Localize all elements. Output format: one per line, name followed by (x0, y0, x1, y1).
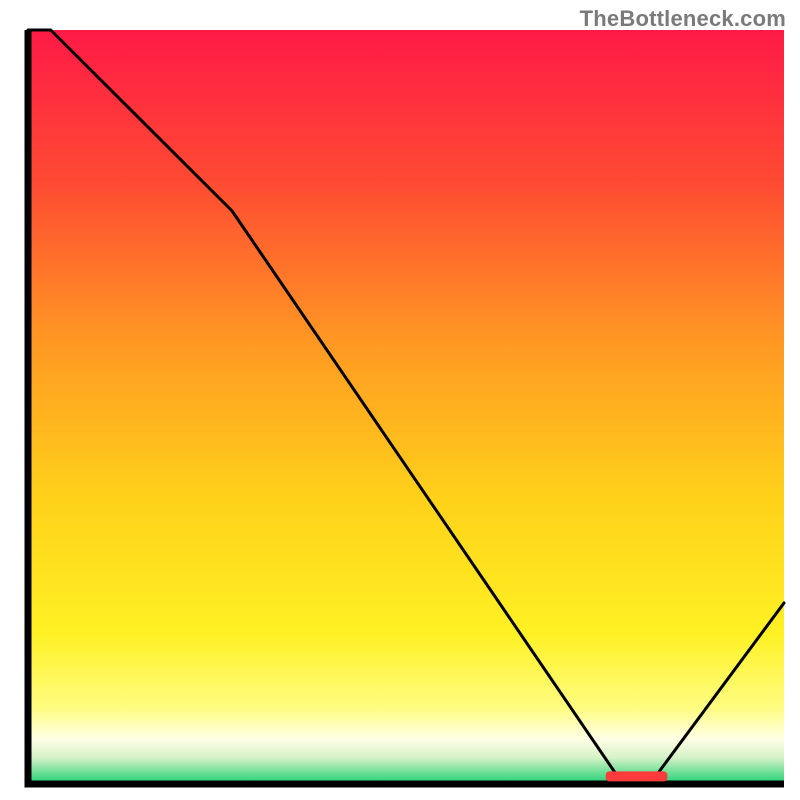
valley-marker (606, 772, 667, 781)
bottleneck-chart (0, 0, 800, 800)
plot-background (28, 30, 784, 784)
chart-stage: TheBottleneck.com (0, 0, 800, 800)
